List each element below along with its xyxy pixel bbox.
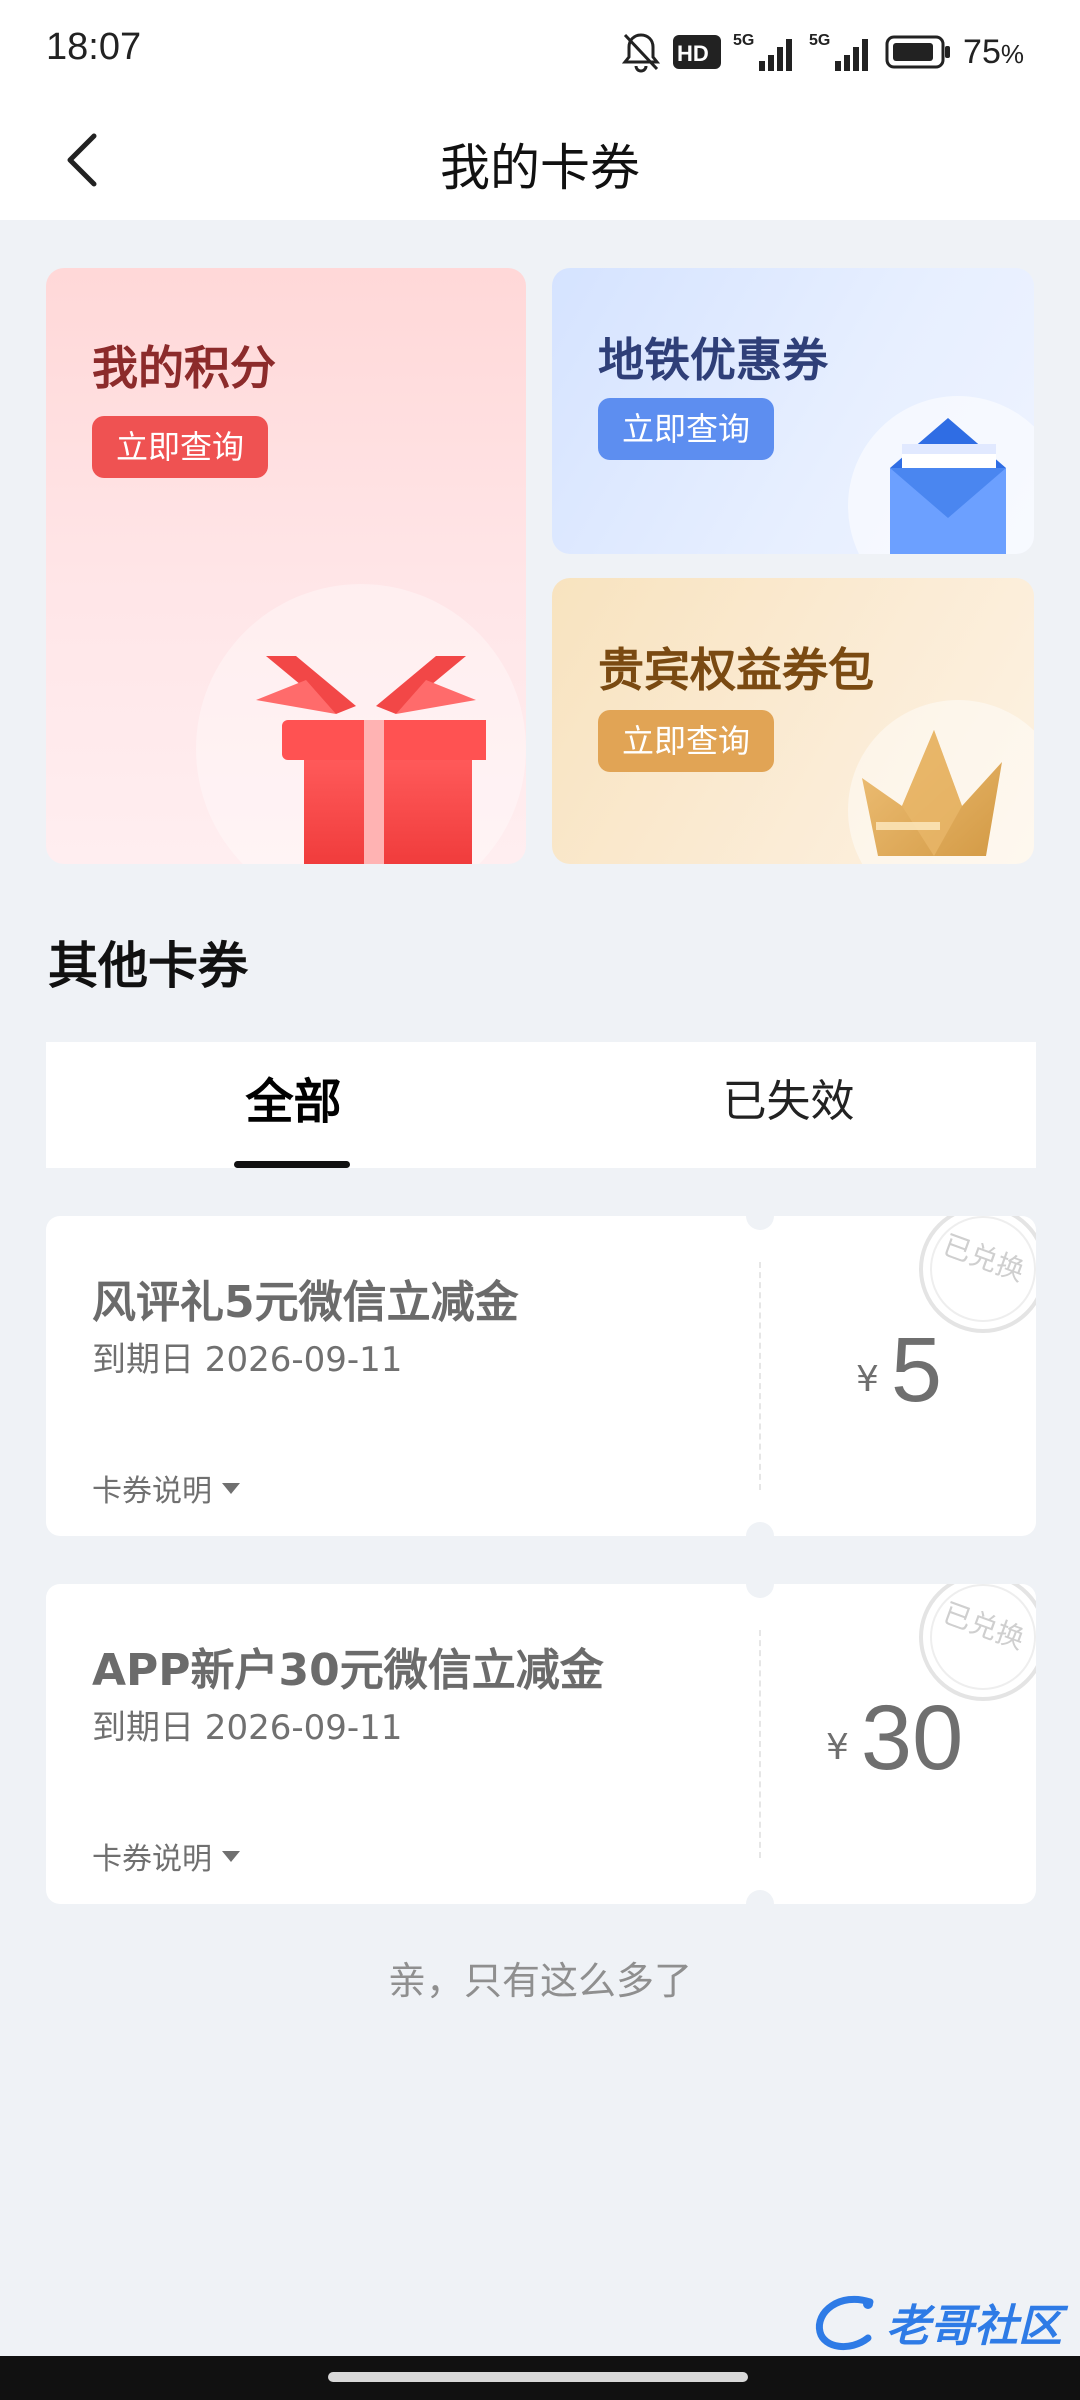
redeemed-stamp-icon: 已兑换 [919,1216,1036,1333]
dragon-logo-icon [815,2295,874,2351]
coupon-item[interactable]: 风评礼5元微信立减金 到期日 2026-09-11 卡券说明 ¥ 5 已兑换 [46,1216,1036,1536]
hd-icon: HD [673,35,722,69]
signal-5g-icon-2: 5G [809,32,869,71]
points-card-title: 我的积分 [92,341,276,395]
vip-coupon-pack-card[interactable]: 贵宾权益券包 立即查询 [552,578,1034,864]
network-label-2: 5G [809,32,830,49]
battery-unit: % [1000,38,1024,69]
coupon-divider [759,1630,761,1858]
watermark-text: 老哥社区 [886,2301,1062,2352]
coupon-description-toggle[interactable]: 卡券说明 [92,1834,240,1878]
battery-level: 75% [963,33,1024,72]
end-of-list-note: 亲，只有这么多了 [387,1959,692,2003]
tab-expired[interactable]: 已失效 [541,1042,1036,1168]
coupon-notch [746,1216,774,1230]
caret-down-icon [222,1482,240,1494]
coupon-notch [746,1584,774,1598]
coupon-item[interactable]: APP新户30元微信立减金 到期日 2026-09-11 卡券说明 ¥ 30 已… [46,1584,1036,1904]
tab-active-indicator [234,1161,350,1168]
coupon-description-toggle[interactable]: 卡券说明 [92,1466,240,1510]
status-icons: HD 5G 5G 75% [621,30,1024,74]
battery-value: 75 [963,32,1001,71]
signal-5g-icon-1: 5G [733,32,793,71]
vip-query-button[interactable]: 立即查询 [598,710,775,772]
crown-icon [862,730,1002,856]
status-time: 18:07 [46,26,142,68]
battery-icon [885,35,951,69]
coupon-description-label: 卡券说明 [92,1474,212,1509]
coupon-name: 风评礼5元微信立减金 [92,1277,519,1328]
network-label-1: 5G [733,32,754,49]
bell-muted-icon [621,33,661,73]
nav-bar: 我的卡券 [0,100,1080,220]
redeemed-stamp-icon: 已兑换 [919,1584,1036,1701]
coupon-notch [746,1890,774,1904]
coupon-name: APP新户30元微信立减金 [92,1645,604,1696]
tab-all-label: 全部 [245,1074,342,1130]
currency-symbol: ¥ [826,1727,849,1768]
watermark-logo: 老哥社区 [810,2290,1062,2354]
home-indicator[interactable] [328,2372,748,2382]
envelope-icon [890,418,1006,554]
section-title: 其他卡券 [48,937,248,995]
vip-card-title: 贵宾权益券包 [598,643,874,697]
points-query-button[interactable]: 立即查询 [92,416,269,478]
stamp-text: 已兑换 [939,1228,1029,1288]
coupon-notch [746,1522,774,1536]
metro-coupon-card[interactable]: 地铁优惠券 立即查询 [552,268,1034,554]
coupon-expiry: 到期日 2026-09-11 [92,1708,403,1748]
coupon-expiry: 到期日 2026-09-11 [92,1340,403,1380]
gift-icon [256,656,486,864]
metro-card-title: 地铁优惠券 [598,333,828,387]
caret-down-icon [222,1850,240,1862]
hd-label: HD [677,41,709,66]
coupon-description-label: 卡券说明 [92,1842,212,1877]
points-card[interactable]: 我的积分 立即查询 [46,268,526,864]
tab-expired-label: 已失效 [722,1076,855,1127]
coupon-divider [759,1262,761,1490]
tab-all[interactable]: 全部 [46,1042,541,1168]
coupon-tabs: 全部 已失效 [46,1042,1036,1168]
page-title: 我的卡券 [440,139,640,197]
metro-query-button[interactable]: 立即查询 [598,398,775,460]
currency-symbol: ¥ [856,1359,879,1400]
stamp-text: 已兑换 [939,1596,1029,1656]
status-bar: 18:07 HD 5G 5G 75% [0,0,1080,100]
